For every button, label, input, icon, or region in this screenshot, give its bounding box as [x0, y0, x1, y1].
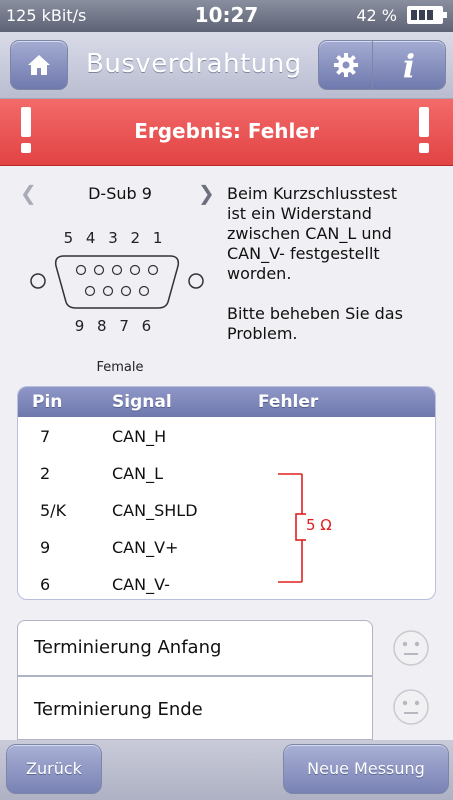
title-bar: Busverdrahtung i — [0, 32, 453, 99]
dsub9-connector-diagram — [30, 255, 204, 309]
battery-percent: 42 % — [356, 6, 397, 25]
termination-start-label: Terminierung Anfang — [34, 637, 222, 658]
gear-icon — [334, 53, 358, 77]
table-row: 9 CAN_V+ — [18, 530, 435, 567]
table-row: 6 CAN_V- — [18, 567, 435, 599]
settings-button[interactable] — [318, 40, 374, 90]
resistance-value: 5 Ω — [306, 516, 332, 534]
pin-number: 5/K — [40, 501, 67, 520]
signal-name: CAN_SHLD — [112, 501, 198, 520]
page-title: Busverdrahtung — [86, 49, 302, 79]
pin-number: 7 — [40, 427, 51, 446]
pin-table: Pin Signal Fehler 7 CAN_H 2 CAN_L 5/K CA… — [17, 386, 436, 600]
new-measurement-button[interactable]: Neue Messung — [283, 744, 449, 794]
column-header-pin: Pin — [32, 392, 63, 412]
resistor-fault-symbol — [278, 473, 306, 583]
info-icon: i — [402, 47, 416, 85]
neutral-face-icon — [393, 689, 429, 725]
termination-end-row[interactable]: Terminierung Ende — [17, 676, 373, 740]
signal-name: CAN_H — [112, 427, 167, 446]
bottom-bar: Zurück Neue Messung — [0, 740, 453, 800]
result-banner: Ergebnis: Fehler — [0, 99, 453, 166]
battery-icon — [407, 6, 447, 24]
pin-number: 6 — [40, 575, 51, 594]
column-header-signal: Signal — [112, 392, 172, 412]
signal-name: CAN_V+ — [112, 538, 179, 557]
exclamation-icon — [416, 107, 432, 155]
connector-gender: Female — [96, 360, 144, 375]
table-row: 7 CAN_H — [18, 419, 435, 456]
home-button[interactable] — [10, 40, 68, 90]
connector-name: D-Sub 9 — [88, 184, 152, 203]
home-icon — [28, 55, 50, 75]
pin-number: 9 — [40, 538, 51, 557]
table-header: Pin Signal Fehler — [18, 387, 435, 417]
signal-name: CAN_V- — [112, 575, 170, 594]
signal-name: CAN_L — [112, 464, 163, 483]
table-row: 5/K CAN_SHLD — [18, 493, 435, 530]
previous-connector-arrow[interactable]: ❮ — [20, 181, 37, 205]
result-text: Ergebnis: Fehler — [134, 119, 319, 143]
error-message: Beim Kurzschlusstest ist ein Widerstand … — [227, 184, 403, 343]
connector-top-pin-numbers: 5 4 3 2 1 — [63, 229, 167, 247]
info-button[interactable]: i — [372, 40, 446, 90]
termination-start-row[interactable]: Terminierung Anfang — [17, 620, 373, 676]
neutral-face-icon — [393, 630, 429, 666]
pin-number: 2 — [40, 464, 51, 483]
connector-bottom-pin-numbers: 9 8 7 6 — [74, 317, 156, 335]
column-header-fault: Fehler — [258, 392, 319, 412]
table-row: 2 CAN_L — [18, 456, 435, 493]
next-connector-arrow[interactable]: ❯ — [198, 181, 215, 205]
status-bar: 125 kBit/s 10:27 42 % — [0, 0, 453, 32]
termination-end-label: Terminierung Ende — [34, 699, 203, 720]
back-button[interactable]: Zurück — [6, 744, 102, 794]
